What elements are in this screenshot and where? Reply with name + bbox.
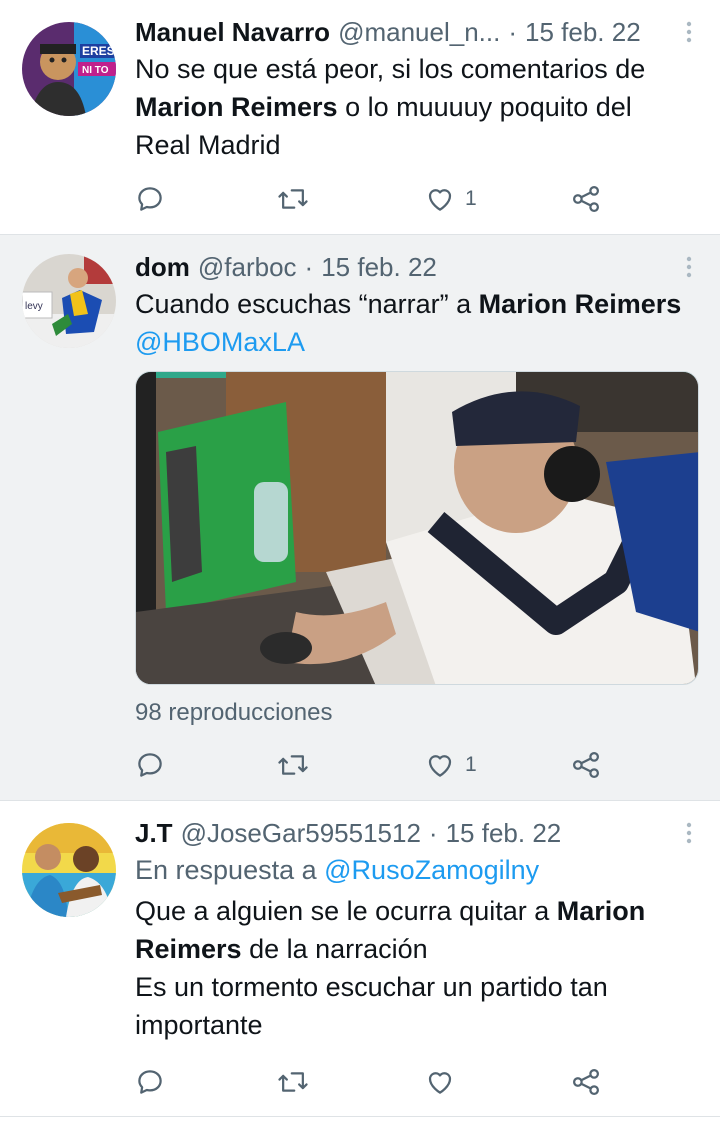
separator-dot: · xyxy=(508,16,518,47)
retweet-icon xyxy=(278,1072,308,1092)
author-handle[interactable]: @farboc xyxy=(198,252,297,283)
more-vertical-icon[interactable] xyxy=(680,249,698,285)
share-button[interactable] xyxy=(571,1064,601,1100)
tweet-text-line: Real Madrid xyxy=(135,126,698,164)
share-icon xyxy=(573,752,599,778)
tweet-text-line: Marion Reimers o lo muuuuy poquito del xyxy=(135,88,698,126)
share-icon xyxy=(573,1069,599,1095)
share-button[interactable] xyxy=(571,747,601,783)
tweet-text: Que a alguien se le ocurra quitar a Mari… xyxy=(135,892,698,1044)
tweet-1[interactable]: ERES NI TO Manuel Navarro @manuel_n... ·… xyxy=(0,0,720,235)
tweet-2[interactable]: levy dom @farboc · 15 feb. 22 Cuando esc… xyxy=(0,235,720,801)
tweet-date[interactable]: 15 feb. 22 xyxy=(525,17,641,48)
avatar[interactable]: levy xyxy=(22,254,116,348)
author-name[interactable]: J.T xyxy=(135,818,173,849)
avatar[interactable]: ERES NI TO xyxy=(22,22,116,116)
tweet-header: dom @farboc · 15 feb. 22 xyxy=(135,249,698,285)
tweet-text-line: importante xyxy=(135,1006,698,1044)
tweet-date[interactable]: 15 feb. 22 xyxy=(321,252,437,283)
tweet-header: Manuel Navarro @manuel_n... · 15 feb. 22 xyxy=(135,14,698,50)
bold-text: Marion xyxy=(556,896,646,926)
comment-bubble-icon xyxy=(138,187,162,211)
text-segment: de la narración xyxy=(241,934,428,964)
tweet-3[interactable]: J.T @JoseGar59551512 · 15 feb. 22 En res… xyxy=(0,801,720,1117)
mention-link[interactable]: @HBOMaxLA xyxy=(135,327,305,357)
video-thumbnail[interactable] xyxy=(135,371,699,685)
author-handle[interactable]: @manuel_n... xyxy=(338,17,500,48)
separator-dot: · xyxy=(428,817,438,848)
heart-icon xyxy=(428,1072,452,1094)
tweet-text-line: @HBOMaxLA xyxy=(135,323,698,361)
text-segment: o lo muuuuy poquito del xyxy=(337,92,632,122)
tweet-date[interactable]: 15 feb. 22 xyxy=(446,818,562,849)
tweet-actions: 1 xyxy=(135,181,605,217)
like-count: 1 xyxy=(465,753,477,776)
like-button[interactable]: 1 xyxy=(425,181,477,217)
separator-dot: · xyxy=(304,251,314,282)
author-handle[interactable]: @JoseGar59551512 xyxy=(181,818,421,849)
retweet-button[interactable] xyxy=(277,747,309,783)
retweet-button[interactable] xyxy=(277,181,309,217)
share-button[interactable] xyxy=(571,181,601,217)
tweet-text-line: Es un tormento escuchar un partido tan xyxy=(135,968,698,1006)
heart-icon xyxy=(428,189,452,211)
share-icon xyxy=(573,186,599,212)
text-segment: Es un tormento escuchar un partido tan xyxy=(135,972,608,1002)
bold-text: Marion Reimers xyxy=(135,92,338,122)
reply-to-handle[interactable]: @RusoZamogilny xyxy=(324,855,539,885)
reply-button[interactable] xyxy=(135,1064,165,1100)
tweet-text-line: Cuando escuchas “narrar” a Marion Reimer… xyxy=(135,285,698,323)
text-segment: Real Madrid xyxy=(135,130,281,160)
reply-button[interactable] xyxy=(135,747,165,783)
svg-text:ERES: ERES xyxy=(82,44,115,58)
tweet-text-line: Reimers de la narración xyxy=(135,930,698,968)
comment-bubble-icon xyxy=(138,1070,162,1094)
more-vertical-icon[interactable] xyxy=(680,14,698,50)
author-name[interactable]: Manuel Navarro xyxy=(135,17,330,48)
tweet-text: Cuando escuchas “narrar” a Marion Reimer… xyxy=(135,285,698,361)
tweet-text-line: Que a alguien se le ocurra quitar a Mari… xyxy=(135,892,698,930)
tweet-actions xyxy=(135,1064,605,1100)
heart-icon xyxy=(428,755,452,777)
like-button[interactable] xyxy=(425,1064,465,1100)
reply-context: En respuesta a @RusoZamogilny xyxy=(135,851,698,889)
reply-button[interactable] xyxy=(135,181,165,217)
tweet-actions: 1 xyxy=(135,747,605,783)
svg-text:levy: levy xyxy=(25,301,43,312)
text-segment: No se que está peor, si los comentarios … xyxy=(135,54,646,84)
tweet-text: No se que está peor, si los comentarios … xyxy=(135,50,698,164)
retweet-icon xyxy=(278,189,308,209)
avatar[interactable] xyxy=(22,823,116,917)
bold-text: Marion Reimers xyxy=(478,289,682,319)
retweet-button[interactable] xyxy=(277,1064,309,1100)
bold-text: Reimers xyxy=(135,934,242,964)
reply-prefix: En respuesta a xyxy=(135,855,317,885)
tweet-header: J.T @JoseGar59551512 · 15 feb. 22 xyxy=(135,815,698,851)
retweet-icon xyxy=(278,755,308,775)
view-count: 98 reproducciones xyxy=(135,699,333,726)
like-count: 1 xyxy=(465,187,477,210)
text-segment: importante xyxy=(135,1010,263,1040)
text-segment: Cuando escuchas “narrar” a xyxy=(135,289,479,319)
svg-text:NI TO: NI TO xyxy=(82,65,109,76)
like-button[interactable]: 1 xyxy=(425,747,477,783)
text-segment: Que a alguien se le ocurra quitar a xyxy=(135,896,557,926)
more-vertical-icon[interactable] xyxy=(680,815,698,851)
tweet-text-line: No se que está peor, si los comentarios … xyxy=(135,50,698,88)
author-name[interactable]: dom xyxy=(135,252,190,283)
comment-bubble-icon xyxy=(138,753,162,777)
